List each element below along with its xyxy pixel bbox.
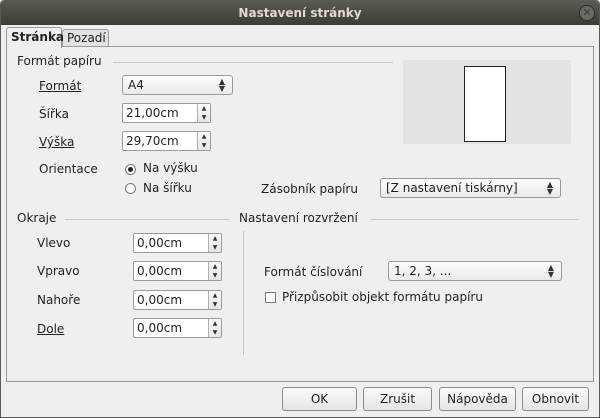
spin-down-icon[interactable]: ▼	[198, 113, 210, 122]
numbering-value: 1, 2, 3, ...	[394, 264, 452, 278]
title-bar: Nastavení stránky ✕	[1, 1, 599, 25]
orientation-label: Orientace	[39, 162, 98, 176]
format-value: A4	[128, 78, 144, 92]
height-value: 29,70cm	[126, 134, 179, 148]
height-label: Výška	[39, 135, 75, 149]
layout-heading: Nastavení rozvržení	[239, 211, 358, 225]
updown-arrows-icon: ▲ ▼	[547, 263, 555, 279]
height-stepper[interactable]: ▲ ▼	[197, 132, 210, 150]
margin-top-stepper[interactable]: ▲ ▼	[208, 291, 221, 309]
margin-left-stepper[interactable]: ▲ ▼	[208, 234, 221, 252]
landscape-radio[interactable]	[125, 183, 136, 194]
reset-button[interactable]: Obnovit	[522, 387, 589, 411]
cancel-button[interactable]: Zrušit	[363, 387, 432, 411]
margin-right-stepper[interactable]: ▲ ▼	[208, 262, 221, 280]
section-divider	[371, 219, 579, 220]
margin-right-value: 0,00cm	[137, 264, 183, 278]
margin-top-value: 0,00cm	[137, 293, 183, 307]
spin-down-icon[interactable]: ▼	[209, 328, 221, 337]
spin-down-icon[interactable]: ▼	[209, 300, 221, 309]
numbering-dropdown[interactable]: 1, 2, 3, ... ▲ ▼	[388, 261, 562, 281]
help-button[interactable]: Nápověda	[439, 387, 516, 411]
width-stepper[interactable]: ▲ ▼	[197, 104, 210, 122]
tab-panel: Formát papíru Formát A4 ▲ ▼ Šířka 21,00cm…	[6, 46, 594, 382]
portrait-radio[interactable]	[125, 164, 136, 175]
margin-top-label: Nahoře	[37, 293, 81, 307]
margin-left-label: Vlevo	[37, 236, 71, 250]
vertical-divider	[243, 231, 244, 355]
paper-format-heading: Formát papíru	[17, 54, 102, 68]
margin-bottom-field[interactable]: 0,00cm ▲ ▼	[133, 318, 222, 338]
width-label: Šířka	[39, 107, 69, 121]
close-icon: ✕	[582, 6, 592, 19]
spin-down-icon[interactable]: ▼	[209, 243, 221, 252]
margin-right-label: Vpravo	[37, 264, 80, 278]
margin-left-field[interactable]: 0,00cm ▲ ▼	[133, 233, 222, 253]
paper-tray-dropdown[interactable]: [Z nastavení tiskárny] ▲ ▼	[380, 178, 561, 198]
paper-tray-value: [Z nastavení tiskárny]	[386, 181, 518, 195]
width-field[interactable]: 21,00cm ▲ ▼	[122, 103, 211, 123]
spin-up-icon[interactable]: ▲	[209, 319, 221, 328]
tab-background[interactable]: Pozadí	[62, 29, 109, 47]
spin-down-icon[interactable]: ▼	[209, 271, 221, 280]
spin-up-icon[interactable]: ▲	[209, 234, 221, 243]
spin-up-icon[interactable]: ▲	[198, 104, 210, 113]
landscape-label[interactable]: Na šířku	[143, 181, 192, 195]
section-divider	[113, 62, 393, 63]
width-value: 21,00cm	[126, 106, 179, 120]
page-preview-sheet	[464, 66, 506, 142]
spin-up-icon[interactable]: ▲	[209, 291, 221, 300]
section-divider	[65, 219, 229, 220]
height-field[interactable]: 29,70cm ▲ ▼	[122, 131, 211, 151]
portrait-label[interactable]: Na výšku	[143, 161, 198, 175]
fit-to-paper-checkbox[interactable]	[265, 292, 276, 303]
margin-right-field[interactable]: 0,00cm ▲ ▼	[133, 261, 222, 281]
paper-tray-label: Zásobník papíru	[261, 182, 358, 196]
margin-bottom-stepper[interactable]: ▲ ▼	[208, 319, 221, 337]
fit-to-paper-label[interactable]: Přizpůsobit objekt formátu papíru	[282, 290, 483, 304]
updown-arrows-icon: ▲ ▼	[218, 77, 226, 93]
format-dropdown[interactable]: A4 ▲ ▼	[122, 75, 233, 95]
margin-top-field[interactable]: 0,00cm ▲ ▼	[133, 290, 222, 310]
updown-arrows-icon: ▲ ▼	[546, 180, 554, 196]
dialog-title: Nastavení stránky	[238, 6, 362, 20]
spin-up-icon[interactable]: ▲	[209, 262, 221, 271]
spin-down-icon[interactable]: ▼	[198, 141, 210, 150]
margins-heading: Okraje	[17, 211, 57, 225]
margin-left-value: 0,00cm	[137, 236, 183, 250]
format-label: Formát	[39, 79, 82, 93]
numbering-label: Formát číslování	[264, 265, 363, 279]
spin-up-icon[interactable]: ▲	[198, 132, 210, 141]
close-button[interactable]: ✕	[579, 5, 595, 21]
margin-bottom-label: Dole	[37, 322, 65, 336]
margin-bottom-value: 0,00cm	[137, 321, 183, 335]
ok-button[interactable]: OK	[282, 387, 357, 411]
page-setup-dialog: Nastavení stránky ✕ Stránka Pozadí Formá…	[0, 0, 600, 418]
tab-page[interactable]: Stránka	[6, 27, 64, 48]
page-preview	[403, 60, 571, 144]
